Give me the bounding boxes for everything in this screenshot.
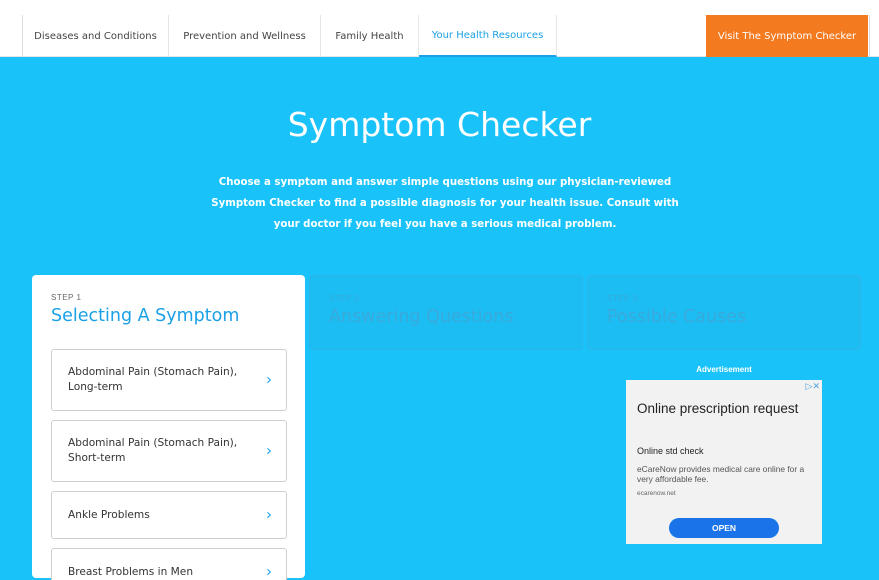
ad-title[interactable]: Online prescription request bbox=[637, 400, 812, 418]
page-description: Choose a symptom and answer simple quest… bbox=[211, 177, 679, 230]
step-name: Possible Causes bbox=[607, 307, 747, 327]
step-answering-questions: STEP 2 Answering Questions bbox=[309, 275, 583, 350]
symptom-label: Breast Problems in Men bbox=[68, 565, 194, 578]
nav-divider bbox=[869, 15, 870, 57]
step-possible-causes: STEP 3 Possible Causes bbox=[587, 275, 861, 350]
chevron-right-icon: › bbox=[266, 562, 272, 580]
top-nav: Diseases and Conditions Prevention and W… bbox=[0, 0, 879, 57]
chevron-right-icon: › bbox=[266, 370, 272, 389]
step-name: Answering Questions bbox=[329, 307, 514, 327]
advertisement[interactable]: ▷✕ Online prescription request Online st… bbox=[626, 380, 822, 544]
ad-open-button[interactable]: OPEN bbox=[669, 518, 779, 538]
symptom-item[interactable]: Ankle Problems › bbox=[51, 491, 287, 539]
page-title: Symptom Checker bbox=[287, 105, 592, 144]
step-number: STEP 3 bbox=[607, 294, 638, 303]
symptom-item[interactable]: Abdominal Pain (Stomach Pain), Short-ter… bbox=[51, 420, 287, 482]
ad-body: eCareNow provides medical care online fo… bbox=[637, 464, 805, 484]
nav-item-prevention-and-wellness[interactable]: Prevention and Wellness bbox=[169, 15, 321, 57]
adchoices-icon[interactable]: ▷✕ bbox=[806, 382, 820, 392]
step-number: STEP 1 bbox=[51, 293, 82, 302]
symptom-label: Ankle Problems bbox=[68, 508, 150, 521]
symptom-item[interactable]: Abdominal Pain (Stomach Pain), Long-term… bbox=[51, 349, 287, 411]
nav-item-diseases-and-conditions[interactable]: Diseases and Conditions bbox=[23, 15, 169, 57]
chevron-right-icon: › bbox=[266, 505, 272, 524]
symptom-item[interactable]: Breast Problems in Men › bbox=[51, 548, 287, 580]
ad-subtitle: Online std check bbox=[637, 446, 704, 456]
nav-item-family-health[interactable]: Family Health bbox=[321, 15, 419, 57]
visit-symptom-checker-button[interactable]: Visit The Symptom Checker bbox=[706, 15, 868, 57]
nav-item-your-health-resources[interactable]: Your Health Resources bbox=[419, 15, 557, 57]
symptom-label: Abdominal Pain (Stomach Pain), Short-ter… bbox=[68, 437, 238, 464]
symptom-label: Abdominal Pain (Stomach Pain), Long-term bbox=[68, 366, 238, 393]
step-name: Selecting A Symptom bbox=[51, 306, 240, 326]
advertisement-label: Advertisement bbox=[696, 365, 752, 374]
ad-url[interactable]: ecarenow.net bbox=[637, 490, 676, 497]
step-number: STEP 2 bbox=[329, 294, 360, 303]
chevron-right-icon: › bbox=[266, 441, 272, 460]
